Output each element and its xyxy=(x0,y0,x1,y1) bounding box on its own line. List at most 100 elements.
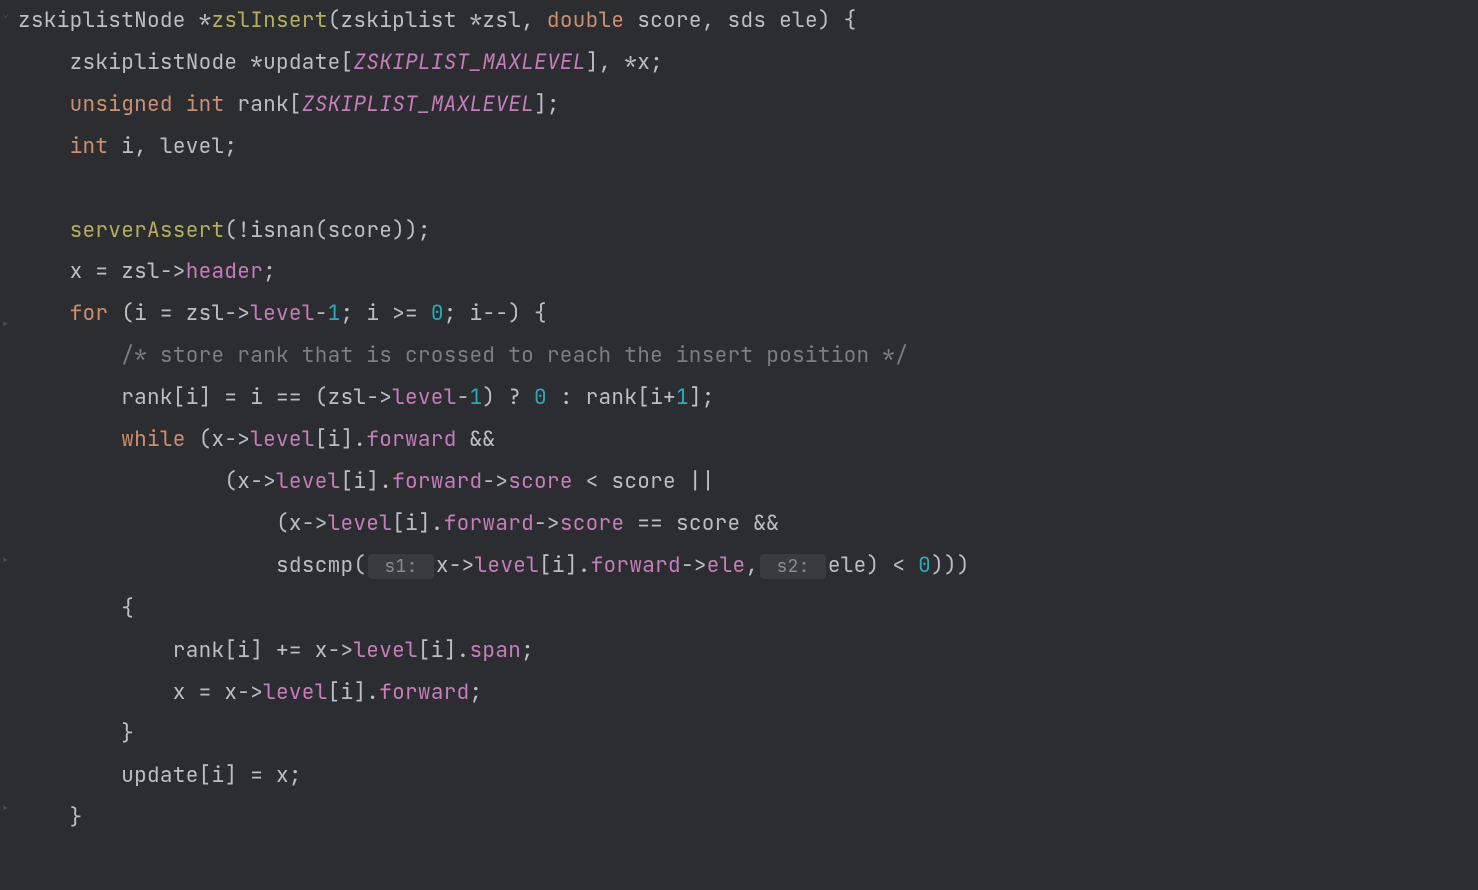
code-text: ; xyxy=(470,679,483,706)
code-text: } xyxy=(18,720,134,747)
field: ele xyxy=(707,552,746,579)
field: score xyxy=(508,468,573,495)
code-text xyxy=(18,342,121,369)
field: level xyxy=(263,679,328,706)
code-text: -> xyxy=(681,552,707,579)
code-text: x = x-> xyxy=(18,679,263,706)
keyword: int xyxy=(186,91,225,118)
code-editor[interactable]: zskiplistNode *zslInsert(zskiplist *zsl,… xyxy=(18,0,970,839)
code-text: (zskiplist *zsl xyxy=(328,7,522,34)
number: 1 xyxy=(470,384,483,411)
code-text: rank[i] = i == (zsl-> xyxy=(18,384,392,411)
code-text: sds ele) { xyxy=(728,7,857,34)
code-text xyxy=(18,91,70,118)
code-text: i xyxy=(108,133,134,160)
code-text: && xyxy=(457,426,496,453)
code-text: } xyxy=(18,804,83,831)
code-text xyxy=(18,133,70,160)
field: level xyxy=(475,552,540,579)
field: score xyxy=(560,510,625,537)
code-text: zskiplistNode *update[ xyxy=(18,49,353,76)
code-text: ], *x; xyxy=(586,49,663,76)
code-text: (x-> xyxy=(18,510,328,537)
field: forward xyxy=(591,552,681,579)
code-text: (x-> xyxy=(18,468,276,495)
code-text: x-> xyxy=(436,552,475,579)
code-text: update[i] = x; xyxy=(18,762,302,789)
code-text: level; xyxy=(160,133,237,160)
editor-gutter: ⌄ ▸ ▸ ▸ xyxy=(0,0,18,890)
field: header xyxy=(186,258,263,285)
code-text: , xyxy=(745,552,758,579)
code-text: [i]. xyxy=(392,510,444,537)
number: 0 xyxy=(918,552,931,579)
field: forward xyxy=(366,426,456,453)
field: level xyxy=(250,426,315,453)
gutter-diff-icon: ▸ xyxy=(2,800,9,814)
gutter-fold-icon[interactable]: ⌄ xyxy=(2,6,9,20)
gutter-diff-icon: ▸ xyxy=(2,552,9,566)
code-line: zskiplistNode * xyxy=(18,7,212,34)
code-text: , xyxy=(134,133,160,160)
gutter-diff-icon: ▸ xyxy=(2,316,9,330)
code-text: ]; xyxy=(689,384,715,411)
field: level xyxy=(328,510,393,537)
code-text xyxy=(173,91,186,118)
param-hint: s2: xyxy=(760,554,826,579)
code-text: ; xyxy=(263,258,276,285)
number: 0 xyxy=(431,300,444,327)
code-text: - xyxy=(315,300,328,327)
code-text: ele) < xyxy=(828,552,918,579)
code-text: [i]. xyxy=(328,679,380,706)
number: 1 xyxy=(676,384,689,411)
code-text: (x-> xyxy=(186,426,251,453)
function-name: zslInsert xyxy=(212,7,328,34)
field: level xyxy=(276,468,341,495)
comment: /* store rank that is crossed to reach t… xyxy=(121,342,908,369)
param-hint: s1: xyxy=(368,554,434,579)
code-text: x = zsl-> xyxy=(18,258,186,285)
code-text xyxy=(18,217,70,244)
keyword: while xyxy=(121,426,186,453)
field: forward xyxy=(392,468,482,495)
constant: ZSKIPLIST_MAXLEVEL xyxy=(353,49,585,76)
code-text: [i]. xyxy=(418,637,470,664)
code-text: (!isnan(score)); xyxy=(224,217,430,244)
code-text xyxy=(18,300,70,327)
code-text: -> xyxy=(482,468,508,495)
field: level xyxy=(392,384,457,411)
field: forward xyxy=(444,510,534,537)
field: level xyxy=(250,300,315,327)
code-text: rank[i] += x-> xyxy=(18,637,353,664)
field: span xyxy=(470,637,522,664)
code-text: ; i--) { xyxy=(444,300,547,327)
field: forward xyxy=(379,679,469,706)
function-call: serverAssert xyxy=(70,217,225,244)
constant: ZSKIPLIST_MAXLEVEL xyxy=(302,91,534,118)
number: 1 xyxy=(328,300,341,327)
code-text: -> xyxy=(534,510,560,537)
code-text: (i = zsl-> xyxy=(108,300,250,327)
code-content[interactable]: zskiplistNode *zslInsert(zskiplist *zsl,… xyxy=(18,0,970,839)
code-text: [i]. xyxy=(341,468,393,495)
field: level xyxy=(353,637,418,664)
code-text: { xyxy=(18,595,134,622)
keyword: double xyxy=(547,7,624,34)
code-text: ))) xyxy=(931,552,970,579)
code-text: : rank[i+ xyxy=(547,384,676,411)
code-text: < score || xyxy=(573,468,715,495)
code-text: [i]. xyxy=(315,426,367,453)
code-text: [i]. xyxy=(539,552,591,579)
code-text: ]; xyxy=(534,91,560,118)
number: 0 xyxy=(534,384,547,411)
code-text: score xyxy=(624,7,701,34)
keyword: int xyxy=(70,133,109,160)
code-text: sdscmp( xyxy=(18,552,366,579)
code-text xyxy=(18,426,121,453)
code-text: , xyxy=(521,7,547,34)
code-text: ; i >= xyxy=(341,300,431,327)
code-text: , xyxy=(702,7,728,34)
code-text: ) ? xyxy=(482,384,534,411)
code-text: ; xyxy=(521,637,534,664)
code-text: rank[ xyxy=(224,91,301,118)
